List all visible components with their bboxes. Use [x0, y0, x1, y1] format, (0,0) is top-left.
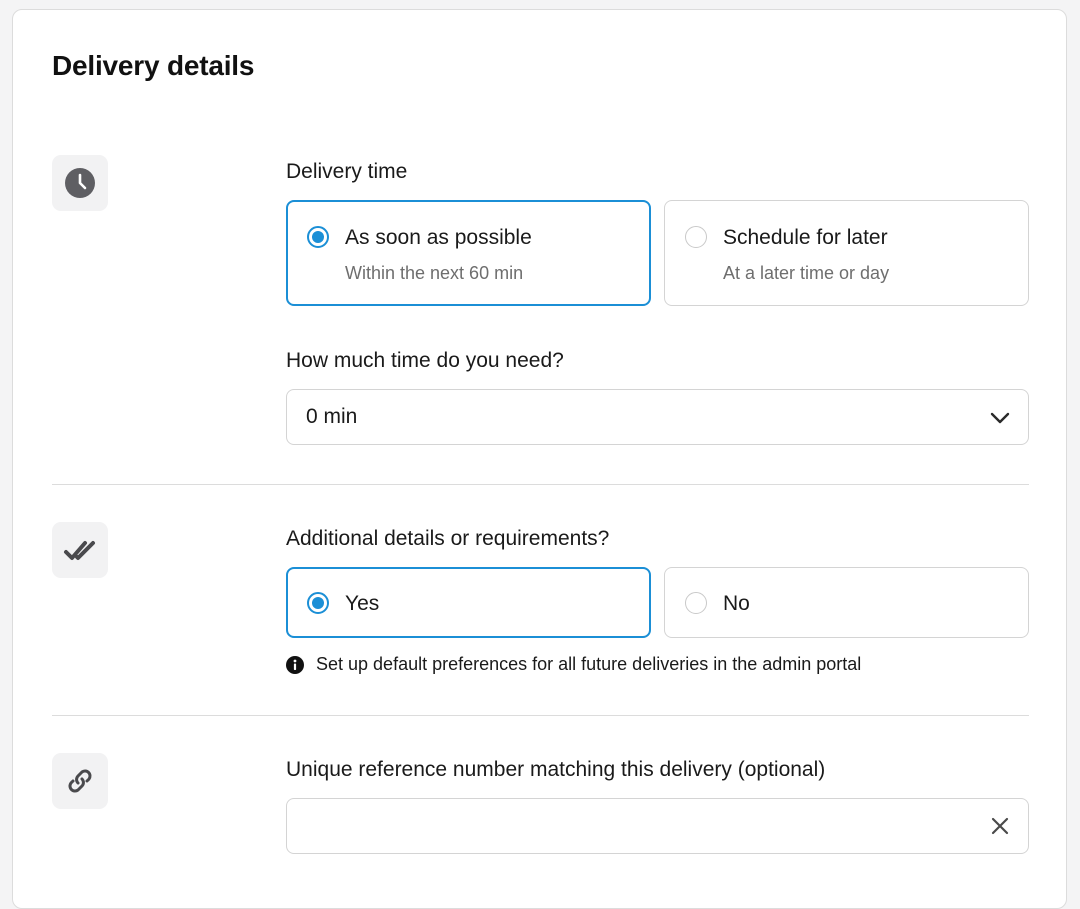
page-title: Delivery details	[52, 50, 255, 81]
link-icon	[68, 769, 92, 793]
info-icon	[286, 655, 304, 674]
option-asap-subtitle: Within the next 60 min	[345, 263, 524, 283]
link-icon-tile	[52, 753, 108, 809]
option-schedule-later[interactable]: Schedule for later At a later time or da…	[664, 200, 1029, 306]
option-yes-title: Yes	[345, 592, 380, 615]
clock-icon	[65, 168, 95, 198]
prep-time-label: How much time do you need?	[286, 349, 564, 372]
admin-portal-info-text: Set up default preferences for all futur…	[316, 654, 862, 674]
radio-no[interactable]	[685, 592, 707, 614]
option-schedule-later-title: Schedule for later	[723, 226, 888, 249]
radio-yes[interactable]	[307, 592, 329, 614]
option-no[interactable]: No	[664, 567, 1029, 638]
section-divider	[52, 484, 1029, 485]
delivery-time-label: Delivery time	[286, 160, 408, 183]
option-no-title: No	[723, 592, 750, 615]
prep-time-value: 0 min	[306, 405, 358, 428]
double-check-icon-tile	[52, 522, 108, 578]
clock-icon-tile	[52, 155, 108, 211]
radio-asap[interactable]	[307, 226, 329, 248]
section-divider	[52, 715, 1029, 716]
double-check-icon	[64, 541, 95, 560]
option-schedule-later-subtitle: At a later time or day	[723, 263, 890, 283]
clear-icon[interactable]	[989, 815, 1011, 837]
radio-schedule-later[interactable]	[685, 226, 707, 248]
prep-time-select[interactable]: 0 min	[286, 389, 1029, 445]
option-asap[interactable]: As soon as possible Within the next 60 m…	[286, 200, 651, 306]
option-asap-title: As soon as possible	[345, 226, 532, 249]
reference-label: Unique reference number matching this de…	[286, 758, 826, 781]
requirements-label: Additional details or requirements?	[286, 527, 610, 550]
admin-portal-info: Set up default preferences for all futur…	[286, 654, 861, 675]
reference-number-input[interactable]	[286, 798, 1029, 854]
option-yes[interactable]: Yes	[286, 567, 651, 638]
chevron-down-icon	[990, 412, 1010, 424]
delivery-details-card: Delivery details Delivery time As soon a…	[12, 9, 1067, 909]
